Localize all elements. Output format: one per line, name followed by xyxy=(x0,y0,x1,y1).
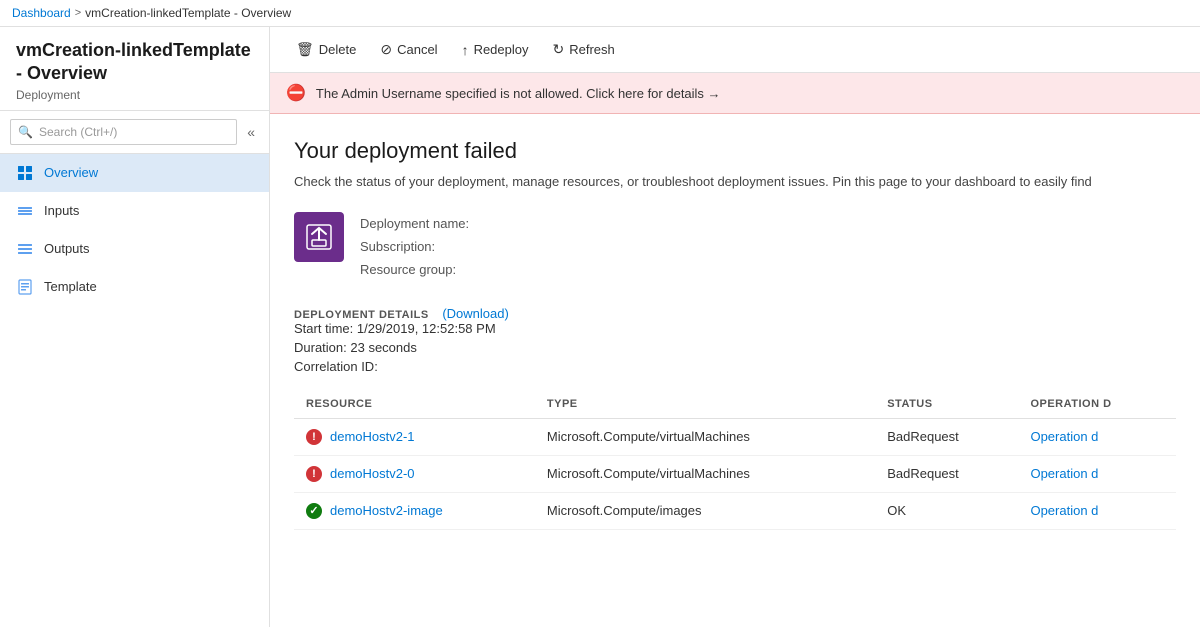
sidebar-item-inputs[interactable]: Inputs xyxy=(0,192,269,230)
search-container: 🔍 « xyxy=(0,111,269,154)
col-resource: RESOURCE xyxy=(294,390,535,419)
overview-icon xyxy=(16,164,34,182)
sidebar-item-template-label: Template xyxy=(44,279,97,294)
operation-cell: Operation d xyxy=(1018,418,1176,455)
inputs-icon xyxy=(16,202,34,220)
deployment-failed-title: Your deployment failed xyxy=(294,138,1176,164)
breadcrumb-dashboard[interactable]: Dashboard xyxy=(12,6,71,20)
resource-cell: ✓ demoHostv2-image xyxy=(294,492,535,529)
deployment-info: Deployment name: Subscription: Resource … xyxy=(294,212,1176,282)
type-cell: Microsoft.Compute/images xyxy=(535,492,875,529)
table-row: ! demoHostv2-0 Microsoft.Compute/virtual… xyxy=(294,455,1176,492)
sidebar-item-outputs-label: Outputs xyxy=(44,241,90,256)
status-icon-1: ! xyxy=(306,466,322,482)
operation-link-2[interactable]: Operation d xyxy=(1030,503,1098,518)
alert-error-icon: ⛔ xyxy=(286,83,306,103)
details-heading: DEPLOYMENT DETAILS xyxy=(294,309,429,321)
refresh-label: Refresh xyxy=(569,42,615,57)
breadcrumb: Dashboard > vmCreation-linkedTemplate - … xyxy=(0,0,1200,27)
delete-label: Delete xyxy=(319,42,357,57)
cancel-label: Cancel xyxy=(397,42,437,57)
sidebar-item-inputs-label: Inputs xyxy=(44,203,79,218)
redeploy-button[interactable]: ↑ Redeploy xyxy=(452,36,539,64)
status-cell: OK xyxy=(875,492,1018,529)
delete-icon: 🗑 xyxy=(296,41,314,58)
type-cell: Microsoft.Compute/virtualMachines xyxy=(535,455,875,492)
nav-list: Overview Inputs xyxy=(0,154,269,627)
resource-table: RESOURCE TYPE STATUS OPERATION D ! demoH… xyxy=(294,390,1176,530)
template-icon xyxy=(16,278,34,296)
collapse-button[interactable]: « xyxy=(243,122,259,142)
status-icon-2: ✓ xyxy=(306,503,322,519)
page-subtitle: Deployment xyxy=(16,88,253,102)
resource-link-2[interactable]: demoHostv2-image xyxy=(330,503,443,518)
details-section: DEPLOYMENT DETAILS (Download) Start time… xyxy=(294,306,1176,374)
type-cell: Microsoft.Compute/virtualMachines xyxy=(535,418,875,455)
resource-link-1[interactable]: demoHostv2-0 xyxy=(330,466,415,481)
main-content: Your deployment failed Check the status … xyxy=(270,114,1200,627)
subscription-row: Subscription: xyxy=(360,235,469,258)
deployment-icon xyxy=(294,212,344,262)
operation-link-0[interactable]: Operation d xyxy=(1030,429,1098,444)
table-row: ! demoHostv2-1 Microsoft.Compute/virtual… xyxy=(294,418,1176,455)
operation-cell: Operation d xyxy=(1018,455,1176,492)
col-status: STATUS xyxy=(875,390,1018,419)
sidebar-item-outputs[interactable]: Outputs xyxy=(0,230,269,268)
sidebar-item-overview-label: Overview xyxy=(44,165,98,180)
search-icon: 🔍 xyxy=(18,125,33,139)
content-area: 🗑 Delete ⊘ Cancel ↑ Redeploy ↻ Refresh xyxy=(270,27,1200,627)
toolbar: 🗑 Delete ⊘ Cancel ↑ Redeploy ↻ Refresh xyxy=(270,27,1200,73)
col-type: TYPE xyxy=(535,390,875,419)
sidebar-item-overview[interactable]: Overview xyxy=(0,154,269,192)
outputs-icon xyxy=(16,240,34,258)
page-title: vmCreation-linkedTemplate - Overview xyxy=(16,39,253,86)
start-time-row: Start time: 1/29/2019, 12:52:58 PM xyxy=(294,321,1176,336)
refresh-button[interactable]: ↻ Refresh xyxy=(543,35,625,64)
deployment-desc: Check the status of your deployment, man… xyxy=(294,172,1176,192)
refresh-icon: ↻ xyxy=(553,41,565,58)
page-header: vmCreation-linkedTemplate - Overview Dep… xyxy=(0,27,269,111)
resource-cell: ! demoHostv2-1 xyxy=(294,418,535,455)
operation-cell: Operation d xyxy=(1018,492,1176,529)
download-link[interactable]: (Download) xyxy=(442,306,508,321)
breadcrumb-sep1: > xyxy=(75,7,81,19)
resource-cell: ! demoHostv2-0 xyxy=(294,455,535,492)
deployment-details: Deployment name: Subscription: Resource … xyxy=(360,212,469,282)
status-cell: BadRequest xyxy=(875,418,1018,455)
resource-link-0[interactable]: demoHostv2-1 xyxy=(330,429,415,444)
redeploy-icon: ↑ xyxy=(462,42,469,58)
start-time-value: 1/29/2019, 12:52:58 PM xyxy=(357,321,496,336)
search-input[interactable] xyxy=(10,119,237,145)
resource-group-row: Resource group: xyxy=(360,258,469,281)
redeploy-label: Redeploy xyxy=(474,42,529,57)
duration-row: Duration: 23 seconds xyxy=(294,340,1176,355)
duration-label: Duration: xyxy=(294,340,347,355)
cancel-icon: ⊘ xyxy=(380,41,392,58)
alert-banner[interactable]: ⛔ The Admin Username specified is not al… xyxy=(270,73,1200,114)
duration-value: 23 seconds xyxy=(350,340,417,355)
col-operation: OPERATION D xyxy=(1018,390,1176,419)
alert-message: The Admin Username specified is not allo… xyxy=(316,86,721,101)
operation-link-1[interactable]: Operation d xyxy=(1030,466,1098,481)
breadcrumb-current: vmCreation-linkedTemplate - Overview xyxy=(85,6,291,20)
table-row: ✓ demoHostv2-image Microsoft.Compute/ima… xyxy=(294,492,1176,529)
correlation-label: Correlation ID: xyxy=(294,359,378,374)
correlation-row: Correlation ID: xyxy=(294,359,1176,374)
delete-button[interactable]: 🗑 Delete xyxy=(286,35,366,64)
start-time-label: Start time: xyxy=(294,321,353,336)
deployment-name-row: Deployment name: xyxy=(360,212,469,235)
cancel-button[interactable]: ⊘ Cancel xyxy=(370,35,447,64)
status-cell: BadRequest xyxy=(875,455,1018,492)
sidebar: vmCreation-linkedTemplate - Overview Dep… xyxy=(0,27,270,627)
status-icon-0: ! xyxy=(306,429,322,445)
sidebar-item-template[interactable]: Template xyxy=(0,268,269,306)
